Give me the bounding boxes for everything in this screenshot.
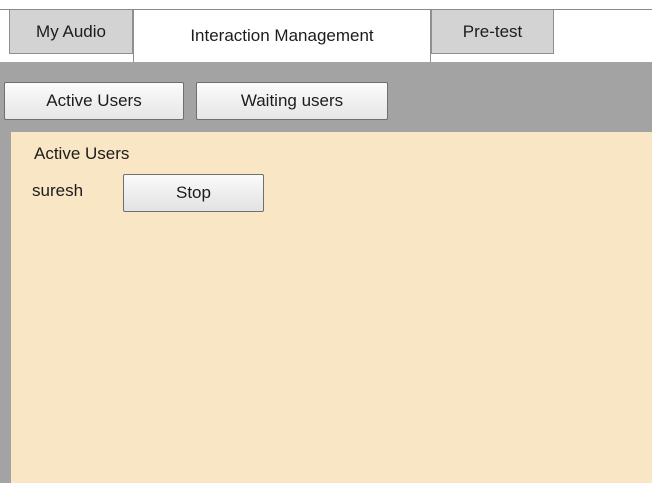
panel-title: Active Users (34, 144, 130, 163)
user-row: suresh Stop (11, 174, 611, 214)
sub-tab-toolbar: Active Users Waiting users (0, 62, 652, 132)
interaction-management-app: My Audio Interaction Management Pre-test… (0, 0, 652, 483)
stop-button[interactable]: Stop (123, 174, 264, 212)
panel-left-edge (0, 132, 11, 483)
user-name: suresh (32, 181, 84, 200)
tab-interaction-management-label: Interaction Management (190, 26, 374, 45)
tab-my-audio-label: My Audio (36, 21, 106, 41)
tab-pre-test[interactable]: Pre-test (431, 10, 554, 54)
active-users-panel: Active Users suresh Stop (11, 132, 652, 483)
tab-pre-test-label: Pre-test (462, 21, 523, 41)
waiting-users-button[interactable]: Waiting users (196, 82, 388, 120)
tab-interaction-management[interactable]: Interaction Management (133, 10, 431, 62)
top-tab-strip: My Audio Interaction Management Pre-test (0, 0, 652, 62)
active-users-button[interactable]: Active Users (4, 82, 184, 120)
tab-my-audio[interactable]: My Audio (9, 10, 133, 54)
